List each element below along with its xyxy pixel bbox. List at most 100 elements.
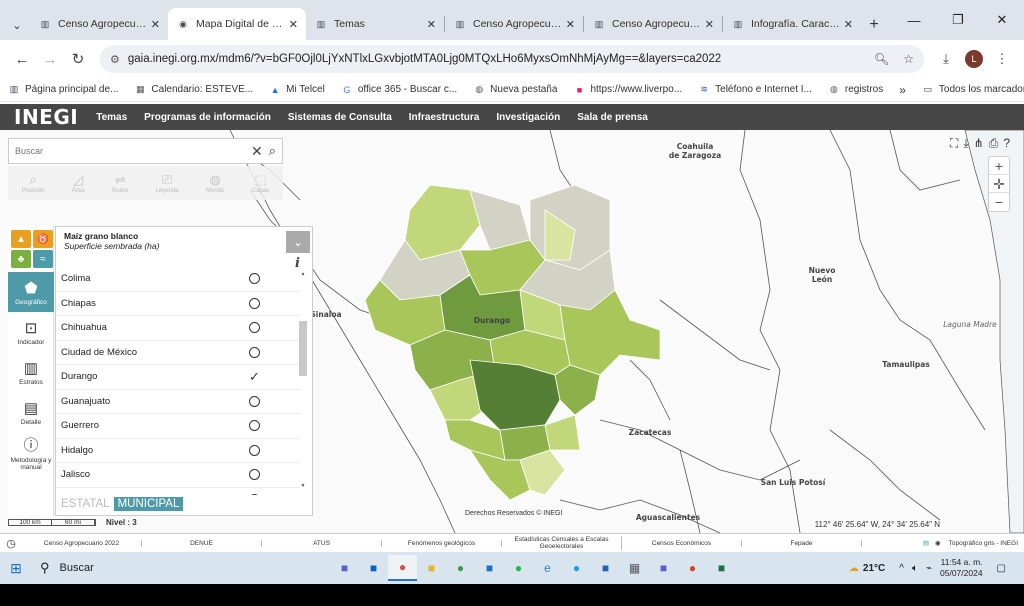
bookmark-item[interactable]: ◍ Nueva pestaña — [473, 84, 557, 96]
network-icon[interactable]: ⌁ — [926, 563, 932, 574]
back-arrow-icon[interactable]: ← — [8, 45, 36, 73]
close-window-icon[interactable]: ✕ — [980, 0, 1024, 40]
zoom-in-button[interactable]: + — [989, 157, 1009, 175]
state-row[interactable]: Chihuahua — [56, 316, 300, 341]
taskbar-search[interactable]: ⚲ Buscar — [32, 555, 282, 581]
layer-tab[interactable]: Fenómenos geológicos — [382, 539, 502, 547]
maps-icon[interactable]: ● — [446, 555, 475, 581]
inegi-menu-item[interactable]: Sistemas de Consulta — [288, 112, 392, 123]
search-icon[interactable]: ⌕ — [269, 143, 276, 159]
scroll-up-icon[interactable]: ▲ — [299, 271, 307, 279]
state-row[interactable]: Ciudad de México — [56, 341, 300, 365]
radio-button[interactable] — [249, 322, 260, 334]
new-tab-button[interactable]: + — [861, 10, 887, 40]
fishing-icon[interactable]: ≈ — [33, 250, 53, 268]
weather-widget[interactable]: ☁ 21°C — [849, 563, 885, 574]
browser-tab[interactable]: ▥ Censo Agropecuario ✕ — [30, 8, 168, 40]
url-text[interactable]: gaia.inegi.org.mx/mdm6/?v=bGF0Ojl0LjYxNT… — [128, 53, 860, 65]
left-nav-item[interactable]: ⓘ Metodología y manual — [8, 432, 54, 472]
screen-tool-icon[interactable]: ■ — [591, 555, 620, 581]
site-info-icon[interactable]: ⚙ — [110, 53, 120, 66]
help-icon[interactable]: ? — [1003, 136, 1010, 151]
forward-arrow-icon[interactable]: → — [36, 45, 64, 73]
state-row[interactable]: Durango ✓ — [56, 365, 300, 390]
map-tool[interactable]: ⌕ Posición — [22, 172, 45, 194]
profile-avatar[interactable]: L — [965, 50, 983, 68]
windows-start-icon[interactable]: ⊞ — [0, 552, 32, 584]
tab-estatal[interactable]: ESTATAL — [57, 498, 114, 510]
map-tool[interactable]: ◍ Mundo — [206, 172, 224, 194]
inegi-menu-item[interactable]: Sala de prensa — [577, 112, 648, 123]
left-nav-item[interactable]: ▥ Estratos — [8, 352, 54, 392]
bookmark-item[interactable]: ≋ Teléfono e Internet I... — [698, 84, 812, 96]
inegi-menu-item[interactable]: Programas de información — [144, 112, 271, 123]
inegi-menu-item[interactable]: Investigación — [496, 112, 560, 123]
list-scrollbar[interactable]: ▲ ▼ — [299, 271, 307, 491]
tab-municipal[interactable]: MUNICIPAL — [113, 497, 184, 511]
teams-work-icon[interactable]: ■ — [649, 555, 678, 581]
layers-stack-icon[interactable]: ▤ — [923, 539, 929, 547]
map-tool[interactable]: ⇌ Ruteo — [112, 172, 128, 194]
address-bar[interactable]: ⚙ gaia.inegi.org.mx/mdm6/?v=bGF0Ojl0LjYx… — [100, 45, 924, 73]
radio-button[interactable] — [249, 346, 260, 358]
forestry-icon[interactable]: ♣ — [11, 250, 31, 268]
left-nav-item[interactable]: ▤ Detalle — [8, 392, 54, 432]
clear-search-icon[interactable]: ✕ — [251, 143, 263, 160]
calculator-icon[interactable]: ▦ — [620, 555, 649, 581]
edge-icon[interactable]: ● — [562, 555, 591, 581]
bookmark-item[interactable]: ▲ Mi Telcel — [269, 84, 325, 96]
layer-tab[interactable]: Estadísticas Censales a Escalas Geoelect… — [502, 536, 622, 550]
close-tab-icon[interactable]: ✕ — [705, 18, 714, 31]
state-row[interactable]: Guanajuato — [56, 390, 300, 414]
close-tab-icon[interactable]: ✕ — [427, 18, 436, 31]
outlook-icon[interactable]: ■ — [359, 555, 388, 581]
scroll-thumb[interactable] — [299, 321, 307, 376]
download-icon[interactable]: ⤓ — [932, 45, 960, 73]
eye-icon[interactable]: ◉ — [935, 539, 941, 547]
layer-tab[interactable]: Fepade — [742, 539, 862, 547]
checkmark-icon[interactable]: ✓ — [249, 369, 260, 385]
download-map-icon[interactable]: ⤓ — [963, 136, 968, 151]
close-tab-icon[interactable]: ✕ — [566, 18, 575, 31]
layer-tab[interactable]: Censos Económicos — [622, 539, 742, 547]
radio-button[interactable] — [249, 469, 260, 481]
pan-crosshair-icon[interactable]: ✛ — [989, 175, 1009, 193]
radio-button[interactable] — [249, 395, 260, 407]
browser-tab[interactable]: ▥ Infografía. Características ✕ — [723, 8, 861, 40]
volume-icon[interactable]: 🔈︎ — [912, 563, 918, 574]
chevron-down-icon[interactable]: ⌄ — [286, 231, 310, 253]
agriculture-icon[interactable]: ▲ — [11, 230, 31, 248]
radio-button[interactable] — [249, 297, 260, 309]
bookmark-item[interactable]: ◍ registros — [828, 84, 883, 96]
print-icon[interactable]: ⎙ — [989, 136, 999, 151]
remote-desktop-icon[interactable]: ■ — [475, 555, 504, 581]
bookmark-item[interactable]: ▦ Calendario: ESTEVE... — [134, 84, 253, 96]
state-row[interactable]: México — [56, 488, 300, 495]
zoom-magnifier-icon[interactable]: 🔍︎ — [874, 52, 889, 66]
state-row[interactable]: Guerrero — [56, 414, 300, 439]
chrome-icon[interactable]: ● — [388, 555, 417, 581]
state-row[interactable]: Hidalgo — [56, 439, 300, 463]
layer-tab[interactable]: DENUE — [142, 539, 262, 547]
map-tool[interactable]: ⬚ Capas — [252, 172, 269, 194]
inegi-logo[interactable]: INEGI — [14, 105, 78, 129]
inegi-menu-item[interactable]: Infraestructura — [409, 112, 480, 123]
scroll-down-icon[interactable]: ▼ — [299, 483, 307, 491]
radio-button[interactable] — [249, 273, 260, 285]
close-tab-icon[interactable]: ✕ — [844, 18, 853, 31]
file-explorer-icon[interactable]: ■ — [417, 555, 446, 581]
map-tool[interactable]: ◿ Área — [72, 172, 85, 194]
state-row[interactable]: Chiapas — [56, 292, 300, 316]
bookmark-item[interactable]: ■ https://www.liverpo... — [573, 84, 682, 96]
browser-tab[interactable]: ▥ Censo Agropecuario ✕ — [445, 8, 583, 40]
powerpoint-icon[interactable]: ● — [678, 555, 707, 581]
more-bookmarks-chevron-icon[interactable]: » — [899, 83, 906, 97]
share-icon[interactable]: ⋔ — [974, 136, 984, 151]
layer-tab[interactable]: Censo Agropecuario 2022 — [22, 539, 142, 547]
fullscreen-icon[interactable]: ⛶ — [950, 136, 958, 151]
close-tab-icon[interactable]: ✕ — [151, 18, 160, 31]
all-bookmarks-folder[interactable]: ▭Todos los marcadores — [922, 84, 1024, 96]
clock[interactable]: 11:54 a. m. 05/07/2024 — [940, 557, 983, 579]
radio-button[interactable] — [249, 420, 260, 432]
internet-explorer-icon[interactable]: e — [533, 555, 562, 581]
